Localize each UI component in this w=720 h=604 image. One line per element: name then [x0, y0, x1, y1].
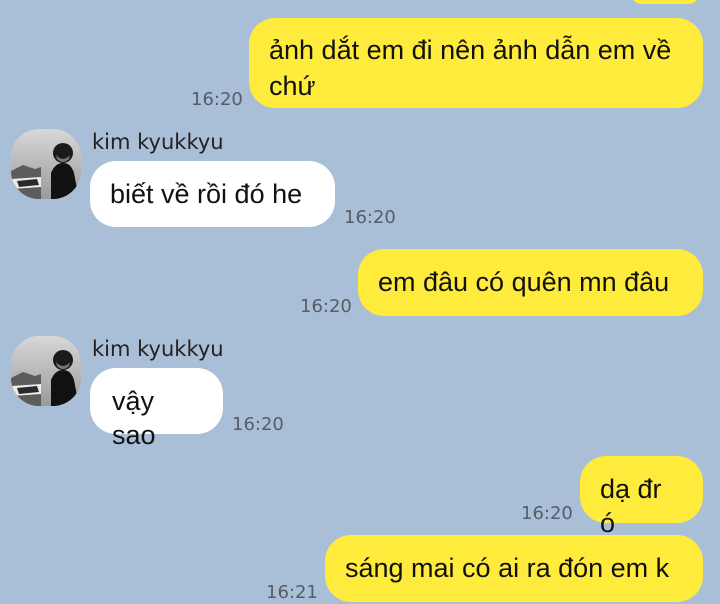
- message-text: vậy sao: [112, 386, 156, 450]
- chat-bubble-outgoing[interactable]: dạ đr ó: [580, 456, 703, 538]
- message-text: dạ đr ó: [600, 474, 662, 538]
- chat-bubble-partial[interactable]: [630, 0, 700, 4]
- avatar-photo-icon: [11, 336, 81, 406]
- chat-bubble-incoming[interactable]: vậy sao: [90, 368, 223, 450]
- avatar-photo-icon: [11, 129, 81, 199]
- message-timestamp: 16:20: [300, 296, 352, 317]
- chat-bubble-outgoing[interactable]: sáng mai có ai ra đón em k: [325, 535, 703, 602]
- message-timestamp: 16:20: [344, 207, 396, 228]
- sender-name: kim kyukkyu: [92, 337, 224, 361]
- sender-name: kim kyukkyu: [92, 130, 224, 154]
- message-timestamp: 16:20: [232, 414, 284, 435]
- avatar[interactable]: [11, 129, 81, 199]
- chat-area[interactable]: ảnh dắt em đi nên ảnh dẫn em về chứ 16:2…: [0, 0, 720, 604]
- chat-bubble-outgoing[interactable]: em đâu có quên mn đâu: [358, 249, 703, 316]
- message-text: em đâu có quên mn đâu: [378, 267, 670, 297]
- message-timestamp: 16:20: [521, 503, 573, 524]
- chat-bubble-outgoing[interactable]: ảnh dắt em đi nên ảnh dẫn em về chứ: [249, 18, 703, 108]
- message-text: biết về rồi đó he: [110, 179, 303, 209]
- message-timestamp: 16:20: [191, 89, 243, 110]
- message-text: ảnh dắt em đi nên ảnh dẫn em về chứ: [269, 35, 672, 101]
- message-text: sáng mai có ai ra đón em k: [345, 553, 670, 583]
- avatar[interactable]: [11, 336, 81, 406]
- chat-bubble-incoming[interactable]: biết về rồi đó he: [90, 161, 335, 227]
- message-timestamp: 16:21: [266, 582, 318, 603]
